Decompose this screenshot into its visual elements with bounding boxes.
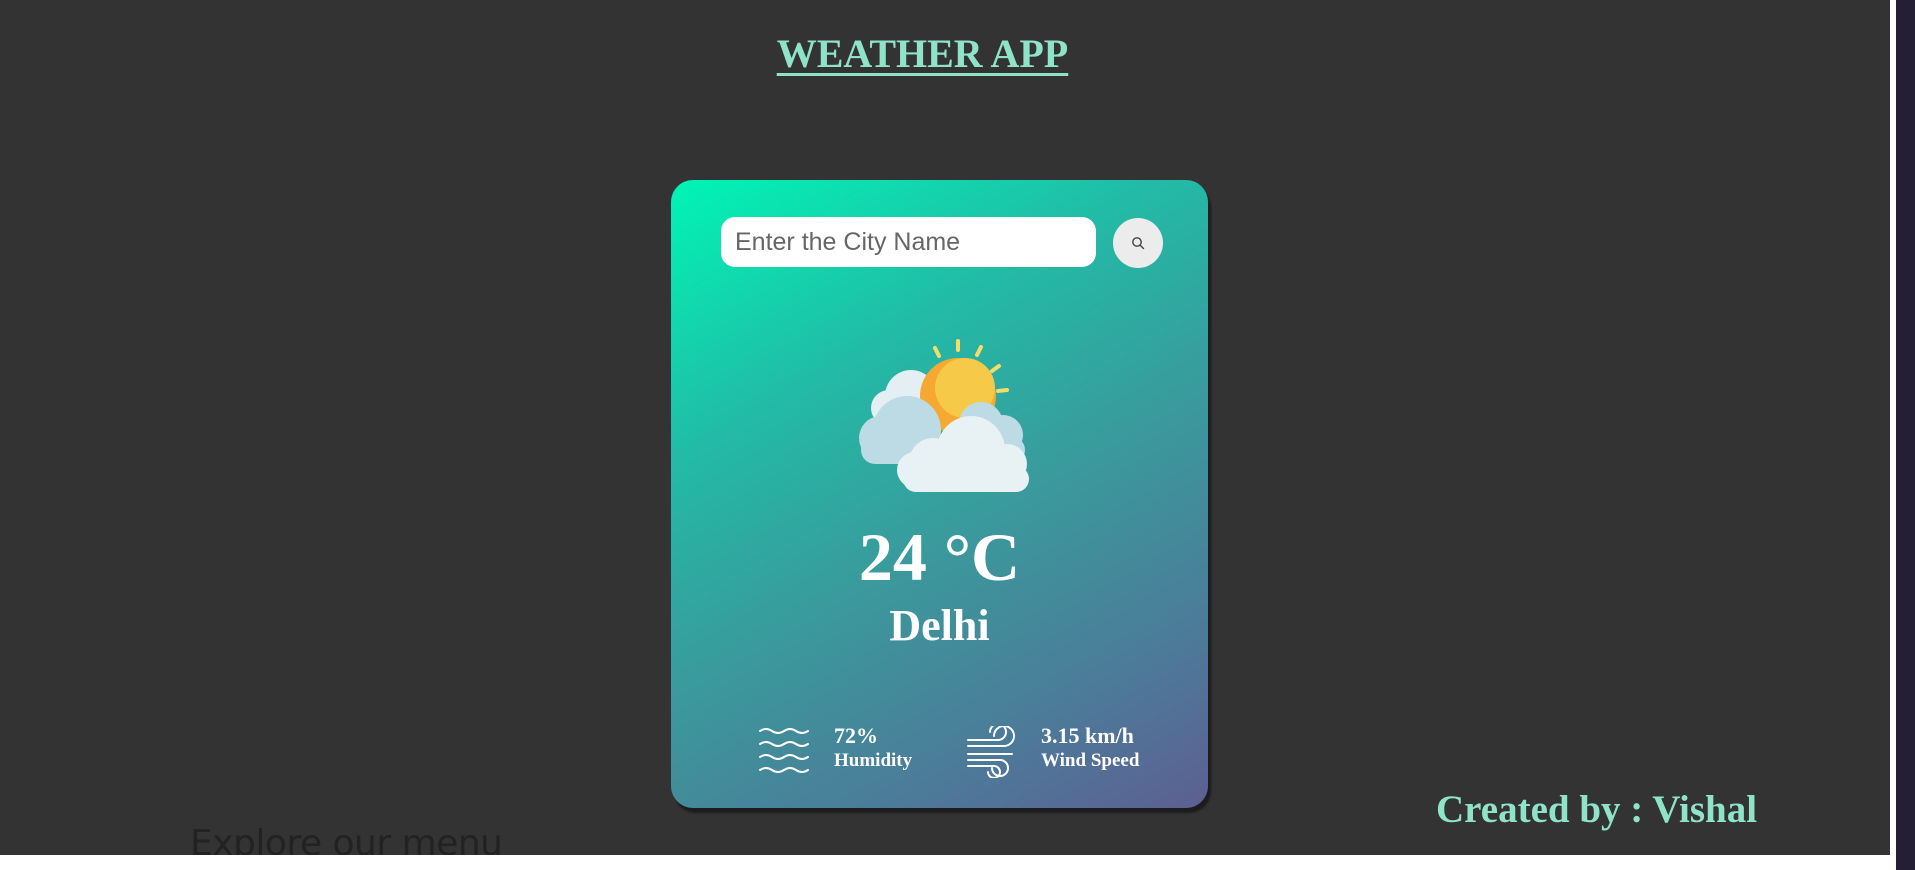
humidity-value: 72% (834, 723, 878, 748)
partly-cloudy-sun-icon (859, 339, 1029, 492)
window-edge (1896, 0, 1915, 870)
city-search-input[interactable] (721, 217, 1096, 267)
app-background: Explore our menu WEATHER APP Enter the C… (0, 0, 1890, 855)
temperature-readout: 24 °C (858, 519, 1021, 595)
weather-card: 24 °C Delhi 72% Humidity 3.15 km/h Wind (671, 180, 1208, 808)
wind-speed-value: 3.15 km/h (1041, 723, 1134, 748)
humidity-label: Humidity (834, 750, 913, 771)
search-icon (1132, 237, 1145, 250)
search-button[interactable] (1113, 218, 1163, 268)
city-name: Delhi (889, 601, 990, 650)
author-credit: Created by : Vishal (1436, 788, 1758, 831)
humidity-waves-icon (759, 728, 809, 773)
wind-icon (967, 726, 1015, 778)
page-title: WEATHER APP (776, 31, 1069, 76)
wind-speed-label: Wind Speed (1041, 750, 1140, 771)
explore-menu-heading: Explore our menu (190, 823, 503, 855)
